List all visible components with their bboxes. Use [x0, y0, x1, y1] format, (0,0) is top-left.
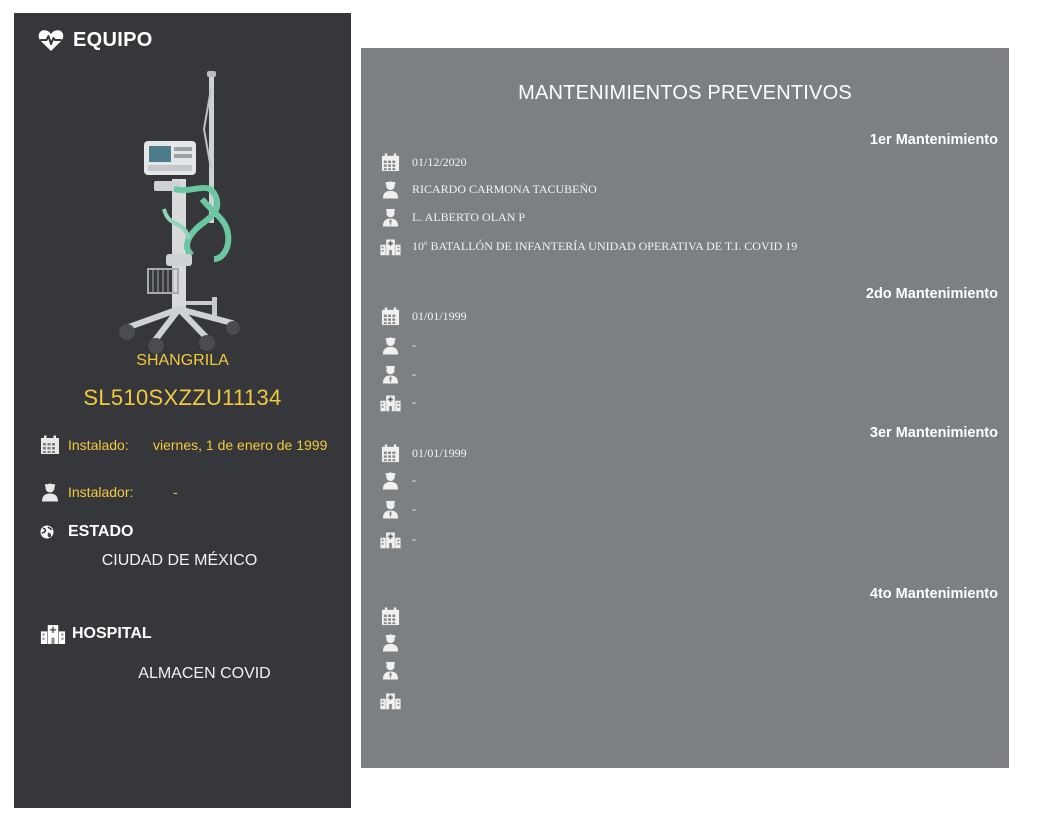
- user-tie-icon: [381, 208, 400, 227]
- hospital-icon: [380, 691, 401, 710]
- maintenance-title: MANTENIMIENTOS PREVENTIVOS: [518, 82, 852, 104]
- maintenance-1-date: 01/12/2020: [412, 155, 467, 169]
- device-serial: SL510SXZZU11134: [83, 385, 282, 410]
- equipo-header: EQUIPO: [38, 29, 153, 52]
- maintenance-2-date: 01/01/1999: [412, 309, 467, 323]
- maintenance-4-technician-row: [380, 633, 412, 652]
- installer-value: -: [173, 484, 178, 500]
- maintenance-3-location-row: -: [380, 530, 416, 549]
- estado-label: ESTADO: [68, 523, 134, 540]
- maintenance-1-location-row: 10o BATALLÓN DE INFANTERÍA UNIDAD OPERAT…: [380, 237, 797, 256]
- globe-icon: [40, 525, 54, 539]
- maintenance-4-title: 4to Mantenimiento: [869, 586, 998, 602]
- installed-value: viernes, 1 de enero de 1999: [153, 437, 328, 453]
- user-tie-icon: [381, 661, 400, 680]
- user-icon: [40, 482, 60, 502]
- estado-value: CIUDAD DE MÉXICO: [101, 552, 258, 569]
- hospital-label: HOSPITAL: [72, 624, 152, 642]
- hospital-icon: [40, 623, 66, 644]
- maintenance-3-title: 3er Mantenimiento: [869, 425, 998, 441]
- hospital-value: ALMACEN COVID: [138, 665, 271, 682]
- user-icon: [381, 180, 400, 199]
- user-icon: [381, 471, 400, 490]
- installed-label: Instalado:: [68, 437, 129, 453]
- user-icon: [381, 633, 400, 652]
- calendar-icon: [381, 307, 400, 326]
- ventilator-image: [119, 71, 240, 354]
- maintenance-3-technician: -: [412, 473, 416, 487]
- maintenance-3-date-row: 01/01/1999: [380, 444, 467, 463]
- maintenance-2-date-row: 01/01/1999: [380, 307, 467, 326]
- maintenance-3-date: 01/01/1999: [412, 446, 467, 460]
- heartbeat-icon: [38, 30, 64, 51]
- maintenance-1-location: 10o BATALLÓN DE INFANTERÍA UNIDAD OPERAT…: [412, 239, 798, 253]
- installer-label: Instalador:: [68, 484, 134, 500]
- estado-section: ESTADO: [40, 523, 133, 541]
- maintenance-2-technician-row: -: [380, 336, 416, 355]
- maintenance-3-supervisor: -: [412, 502, 416, 516]
- maintenance-1-title: 1er Mantenimiento: [869, 132, 998, 148]
- maintenance-1-technician: RICARDO CARMONA TACUBEÑO: [412, 182, 597, 196]
- maintenance-3-supervisor-row: -: [380, 500, 416, 519]
- calendar-icon: [381, 153, 400, 172]
- maintenance-3-technician-row: -: [380, 471, 416, 490]
- maintenance-4-date-row: [380, 607, 412, 626]
- maintenance-2-supervisor: -: [412, 367, 416, 381]
- maintenance-2-location-row: -: [380, 393, 416, 412]
- maintenance-2-technician: -: [412, 338, 416, 352]
- hospital-section: HOSPITAL: [40, 623, 152, 644]
- maintenance-2-supervisor-row: -: [380, 365, 416, 384]
- maintenance-2-location: -: [412, 395, 416, 409]
- maintenance-4-location-row: [380, 691, 412, 710]
- maintenance-1-supervisor: L. ALBERTO OLAN P: [412, 210, 526, 224]
- maintenance-1-supervisor-row: L. ALBERTO OLAN P: [380, 208, 525, 227]
- calendar-icon: [40, 435, 60, 455]
- user-tie-icon: [381, 365, 400, 384]
- calendar-icon: [381, 444, 400, 463]
- hospital-icon: [380, 530, 401, 549]
- maintenance-1-date-row: 01/12/2020: [380, 153, 467, 172]
- maintenance-1-technician-row: RICARDO CARMONA TACUBEÑO: [380, 180, 597, 199]
- equipo-title: EQUIPO: [73, 29, 153, 51]
- equipment-panel: EQUIPO SHANGRILA SL510SXZZU11134 Instala…: [14, 13, 351, 808]
- installer-row: Instalador: -: [40, 482, 178, 502]
- device-brand: SHANGRILA: [136, 352, 229, 369]
- hospital-icon: [380, 237, 401, 256]
- calendar-icon: [381, 607, 400, 626]
- installed-row: Instalado: viernes, 1 de enero de 1999: [40, 435, 327, 455]
- maintenance-3-location: -: [412, 532, 416, 546]
- user-tie-icon: [381, 500, 400, 519]
- hospital-icon: [380, 393, 401, 412]
- user-icon: [381, 336, 400, 355]
- maintenance-2-title: 2do Mantenimiento: [865, 286, 998, 302]
- maintenance-panel: MANTENIMIENTOS PREVENTIVOS 1er Mantenimi…: [361, 48, 1009, 768]
- maintenance-4-supervisor-row: [380, 661, 412, 680]
